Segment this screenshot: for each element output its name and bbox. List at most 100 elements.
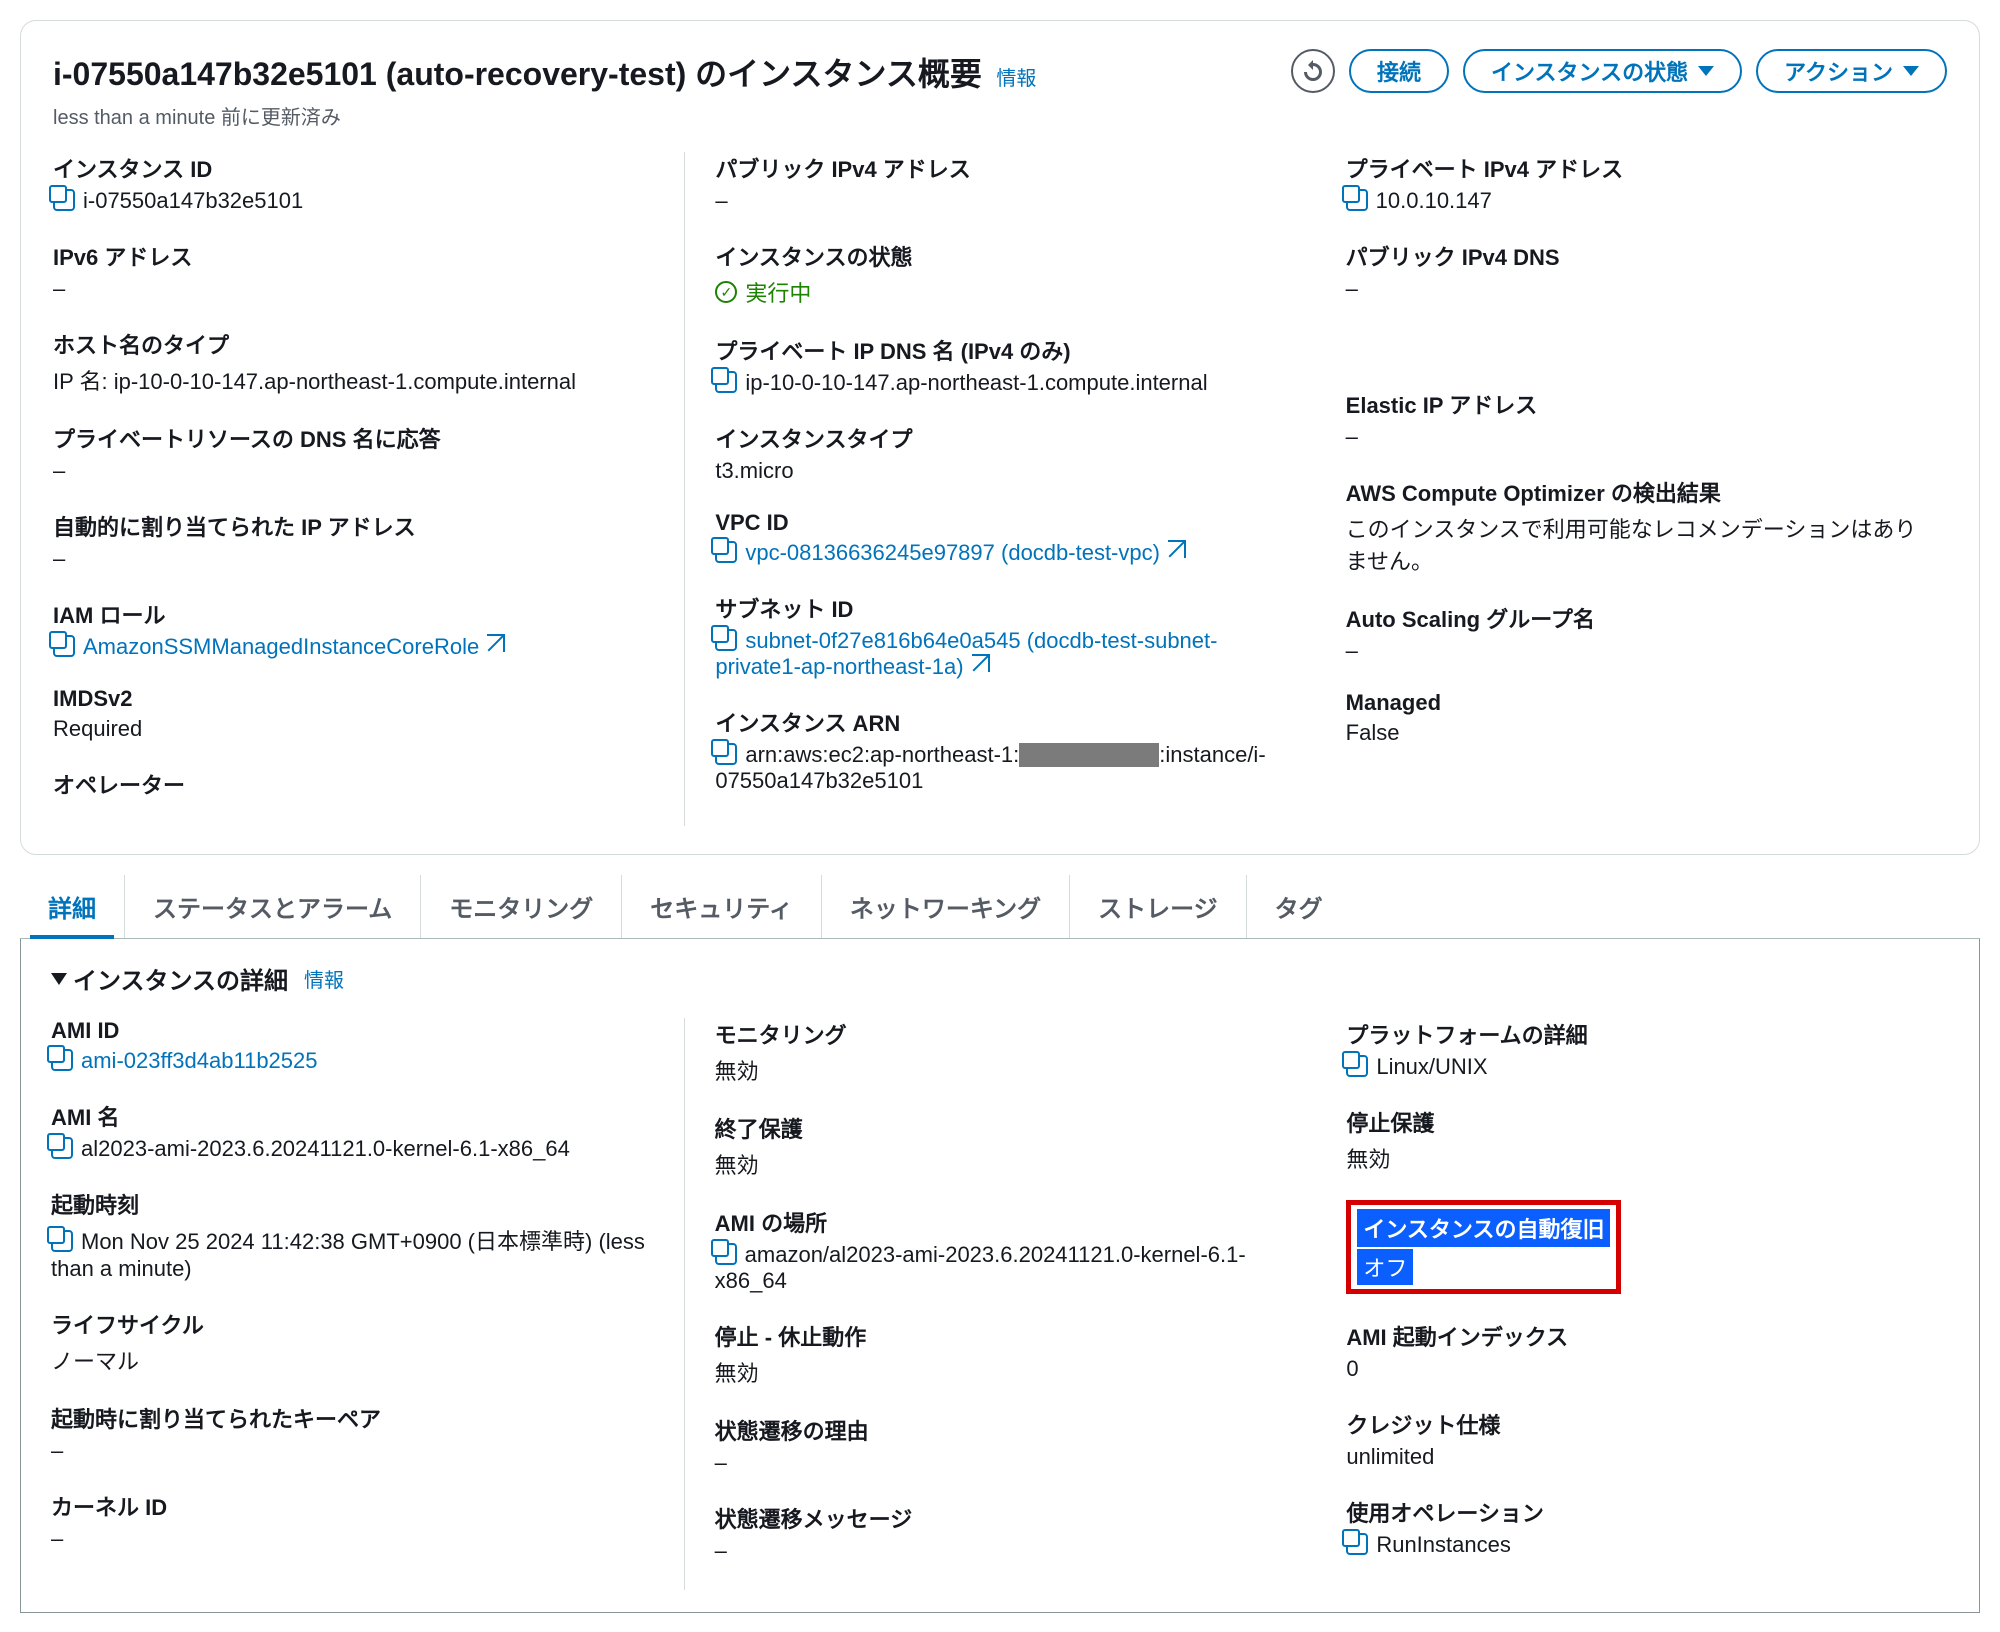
info-link[interactable]: 情報	[996, 68, 1036, 90]
field-value: subnet-0f27e816b64e0a545 (docdb-test-sub…	[715, 628, 1285, 680]
field-label: AMI ID	[51, 1018, 654, 1044]
field-value: IP 名: ip-10-0-10-147.ap-northeast-1.comp…	[53, 364, 654, 396]
field: 停止保護無効	[1346, 1106, 1919, 1174]
field-value: –	[1346, 276, 1917, 302]
chevron-down-icon	[1698, 66, 1714, 76]
field-label: 自動的に割り当てられた IP アドレス	[53, 510, 654, 542]
copy-icon[interactable]	[1346, 1055, 1368, 1077]
refresh-button[interactable]	[1291, 49, 1335, 93]
field: IPv6 アドレス–	[53, 240, 654, 302]
check-icon: ✓	[715, 281, 737, 303]
field-value: unlimited	[1346, 1444, 1919, 1470]
section-heading: インスタンスの詳細	[73, 961, 288, 996]
field-label: Elastic IP アドレス	[1346, 388, 1917, 420]
field-value: –	[51, 1526, 654, 1552]
field: VPC ID vpc-08136636245e97897 (docdb-test-…	[715, 510, 1285, 566]
copy-icon[interactable]	[715, 743, 737, 765]
actions-dropdown[interactable]: アクション	[1756, 49, 1947, 93]
field: ライフサイクルノーマル	[51, 1308, 654, 1376]
tab-6[interactable]: タグ	[1246, 875, 1351, 938]
copy-icon[interactable]	[51, 1049, 73, 1071]
field-value: False	[1346, 720, 1917, 746]
field-label: クレジット仕様	[1346, 1408, 1919, 1440]
field: クレジット仕様 unlimited	[1346, 1408, 1919, 1470]
field: 使用オペレーションRunInstances	[1346, 1496, 1919, 1558]
field-label: サブネット ID	[715, 592, 1285, 624]
field-label: IMDSv2	[53, 686, 654, 712]
field-value: このインスタンスで利用可能なレコメンデーションはありません。	[1346, 512, 1917, 576]
column: パブリック IPv4 アドレス–インスタンスの状態✓実行中プライベート IP D…	[684, 152, 1315, 826]
copy-icon[interactable]	[715, 1243, 737, 1265]
tab-0[interactable]: 詳細	[20, 875, 124, 938]
field-value: –	[51, 1438, 654, 1464]
copy-icon[interactable]	[51, 1230, 73, 1252]
copy-icon[interactable]	[53, 189, 75, 211]
field-label: 終了保護	[715, 1112, 1287, 1144]
field-value: ami-023ff3d4ab11b2525	[51, 1048, 654, 1074]
field-label: ホスト名のタイプ	[53, 328, 654, 360]
field: プラットフォームの詳細Linux/UNIX	[1346, 1018, 1919, 1080]
link[interactable]: AmazonSSMManagedInstanceCoreRole	[83, 634, 479, 659]
column: AMI ID ami-023ff3d4ab11b2525 AMI 名al2023-a…	[51, 1018, 684, 1590]
field: プライベートリソースの DNS 名に応答–	[53, 422, 654, 484]
tab-3[interactable]: セキュリティ	[621, 875, 821, 938]
info-link[interactable]: 情報	[304, 964, 344, 993]
field-value: vpc-08136636245e97897 (docdb-test-vpc)	[715, 540, 1285, 566]
field-label: IAM ロール	[53, 598, 654, 630]
field: Managed False	[1346, 690, 1917, 746]
field: 自動的に割り当てられた IP アドレス–	[53, 510, 654, 572]
field-value: RunInstances	[1346, 1532, 1919, 1558]
tab-5[interactable]: ストレージ	[1069, 875, 1246, 938]
field: IAM ロール AmazonSSMManagedInstanceCoreRole	[53, 598, 654, 660]
field-value: 無効	[1346, 1142, 1919, 1174]
link[interactable]: vpc-08136636245e97897 (docdb-test-vpc)	[745, 540, 1160, 565]
field-label: プライベート IP DNS 名 (IPv4 のみ)	[715, 334, 1285, 366]
field: ホスト名のタイプ IP 名: ip-10-0-10-147.ap-northeas…	[53, 328, 654, 396]
redacted-account-id	[1019, 743, 1159, 767]
field-label: VPC ID	[715, 510, 1285, 536]
connect-button[interactable]: 接続	[1349, 49, 1449, 93]
copy-icon[interactable]	[715, 371, 737, 393]
copy-icon[interactable]	[715, 629, 737, 651]
field-value: –	[1346, 638, 1917, 664]
field-value: t3.micro	[715, 458, 1285, 484]
copy-icon[interactable]	[1346, 1533, 1368, 1555]
instance-state-dropdown[interactable]: インスタンスの状態	[1463, 49, 1742, 93]
tab-4[interactable]: ネットワーキング	[821, 875, 1069, 938]
field: パブリック IPv4 DNS–	[1346, 240, 1917, 302]
field-label: AMI の場所	[715, 1206, 1287, 1238]
field: AMI ID ami-023ff3d4ab11b2525	[51, 1018, 654, 1074]
field: 状態遷移の理由–	[715, 1414, 1287, 1476]
field-label: Managed	[1346, 690, 1917, 716]
external-link-icon[interactable]	[972, 654, 990, 672]
tabs: 詳細ステータスとアラームモニタリングセキュリティネットワーキングストレージタグ	[20, 875, 1980, 939]
field-value: –	[53, 276, 654, 302]
field-label: ライフサイクル	[51, 1308, 654, 1340]
field-label: プラットフォームの詳細	[1346, 1018, 1919, 1050]
field-value: al2023-ami-2023.6.20241121.0-kernel-6.1-…	[51, 1136, 654, 1162]
copy-icon[interactable]	[53, 635, 75, 657]
field-label: インスタンスの自動復旧	[1357, 1209, 1610, 1247]
field-label: モニタリング	[715, 1018, 1287, 1050]
tab-1[interactable]: ステータスとアラーム	[124, 875, 420, 938]
field: AMI 起動インデックス0	[1346, 1320, 1919, 1382]
field-label: 起動時刻	[51, 1188, 654, 1220]
field-value: AmazonSSMManagedInstanceCoreRole	[53, 634, 654, 660]
disclosure-triangle-icon[interactable]	[51, 973, 67, 985]
field: AMI 名al2023-ami-2023.6.20241121.0-kernel…	[51, 1100, 654, 1162]
copy-icon[interactable]	[1346, 189, 1368, 211]
external-link-icon[interactable]	[1168, 540, 1186, 558]
link[interactable]: subnet-0f27e816b64e0a545 (docdb-test-sub…	[715, 628, 1217, 679]
copy-icon[interactable]	[715, 541, 737, 563]
field: インスタンスの状態✓実行中	[715, 240, 1285, 308]
field-label: Auto Scaling グループ名	[1346, 602, 1917, 634]
copy-icon[interactable]	[51, 1137, 73, 1159]
external-link-icon[interactable]	[487, 634, 505, 652]
field-value: Required	[53, 716, 654, 742]
column: プライベート IPv4 アドレス10.0.10.147パブリック IPv4 DN…	[1316, 152, 1947, 826]
field: カーネル ID–	[51, 1490, 654, 1552]
tab-2[interactable]: モニタリング	[420, 875, 621, 938]
page-title: i-07550a147b32e5101 (auto-recovery-test)…	[53, 56, 982, 92]
field-label: インスタンスの状態	[715, 240, 1285, 272]
link[interactable]: ami-023ff3d4ab11b2525	[81, 1048, 318, 1073]
